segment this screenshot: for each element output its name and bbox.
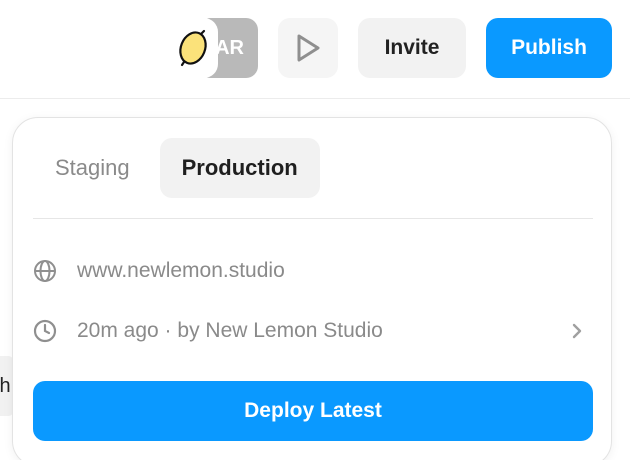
tab-production[interactable]: Production <box>159 138 320 198</box>
play-icon <box>297 34 320 62</box>
publish-button[interactable]: Publish <box>486 18 612 78</box>
chevron-right-icon <box>565 319 589 343</box>
tabs-divider <box>33 218 593 219</box>
publish-popover: Staging Production www.newlemon.studio 2… <box>12 117 612 460</box>
last-deploy-row[interactable]: 20m ago · by New Lemon Studio <box>33 316 593 346</box>
tab-staging[interactable]: Staging <box>33 138 152 198</box>
collaborator-avatars: AR <box>168 18 260 78</box>
clock-icon <box>33 319 57 343</box>
preview-play-button[interactable] <box>278 18 338 78</box>
globe-icon <box>33 259 57 283</box>
avatar-lemon[interactable] <box>168 18 218 78</box>
lemon-icon <box>179 29 207 67</box>
page: AR Invite Publish th Staging Production <box>0 0 630 460</box>
background-peek-text: th <box>0 375 11 397</box>
top-toolbar: AR Invite Publish <box>0 0 630 99</box>
last-deploy-info: 20m ago · by New Lemon Studio <box>77 319 383 342</box>
domain-link[interactable]: www.newlemon.studio <box>77 259 285 283</box>
domain-row[interactable]: www.newlemon.studio <box>33 256 593 286</box>
avatar-initials: AR <box>215 36 244 59</box>
deploy-latest-button[interactable]: Deploy Latest <box>33 381 593 441</box>
invite-button[interactable]: Invite <box>358 18 466 78</box>
environment-tabs: Staging Production <box>33 138 320 198</box>
